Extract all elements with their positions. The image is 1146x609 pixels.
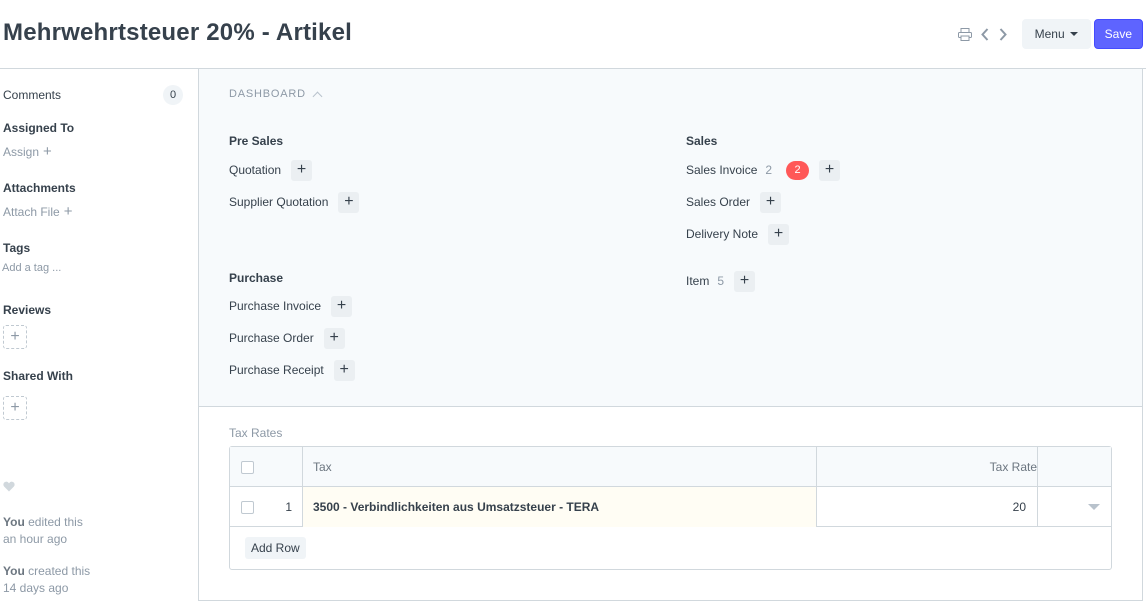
- dashboard: DASHBOARD Pre Sales Quotation + Supplier…: [199, 69, 1142, 407]
- comments-label: Comments: [3, 88, 62, 102]
- dashboard-link-sales-order: Sales Order +: [686, 191, 782, 213]
- activity-time: 14 days ago: [3, 581, 69, 595]
- link-count: 2: [765, 163, 773, 177]
- link-count: 5: [717, 274, 725, 288]
- link-label[interactable]: Purchase Receipt: [229, 363, 324, 377]
- link-label[interactable]: Delivery Note: [686, 227, 758, 241]
- caret-down-icon: [1088, 504, 1100, 510]
- activity-item: You created this 14 days ago: [3, 563, 90, 597]
- link-label[interactable]: Purchase Invoice: [229, 299, 321, 313]
- page-header: Mehrwehrtsteuer 20% - Artikel Menu Save: [0, 0, 1146, 69]
- activity-time: an hour ago: [3, 532, 68, 546]
- attachments-heading: Attachments: [3, 181, 76, 195]
- dashboard-link-purchase-order: Purchase Order +: [229, 327, 345, 349]
- add-supplier-quotation-button[interactable]: +: [338, 191, 360, 213]
- chevron-up-icon: [312, 91, 323, 101]
- dashboard-link-supplier-quotation: Supplier Quotation +: [229, 191, 360, 213]
- plus-icon: +: [10, 328, 20, 345]
- chevron-left-icon[interactable]: [976, 19, 994, 49]
- link-label[interactable]: Item: [686, 274, 709, 288]
- add-row-button[interactable]: Add Row: [245, 537, 306, 559]
- printer-icon[interactable]: [954, 19, 976, 49]
- tax-rates-table: Tax Tax Rate 1 3500 - Verbindlichkeiten …: [229, 446, 1112, 570]
- row-edit-dropdown[interactable]: [1088, 487, 1104, 527]
- add-sales-order-button[interactable]: +: [760, 191, 782, 213]
- add-purchase-order-button[interactable]: +: [323, 327, 345, 349]
- assigned-to-heading: Assigned To: [3, 121, 75, 135]
- row-select-cell: [241, 487, 261, 527]
- menu-button-label: Menu: [1034, 27, 1065, 41]
- dashboard-link-purchase-invoice: Purchase Invoice +: [229, 295, 353, 317]
- link-label[interactable]: Sales Invoice: [686, 163, 757, 177]
- add-review-button[interactable]: +: [3, 325, 27, 349]
- dashboard-link-delivery-note: Delivery Note +: [686, 223, 790, 245]
- plus-icon: +: [10, 399, 20, 416]
- menu-button[interactable]: Menu: [1021, 19, 1091, 49]
- group-pre-sales-heading: Pre Sales: [229, 134, 284, 148]
- table-header: Tax Tax Rate: [230, 447, 1111, 487]
- dashboard-link-item: Item 5 +: [686, 270, 756, 292]
- dashboard-link-sales-invoice: Sales Invoice 2 2 +: [686, 159, 841, 181]
- tags-heading: Tags: [3, 241, 31, 255]
- add-sales-invoice-button[interactable]: +: [819, 159, 841, 181]
- assign-label: Assign: [3, 145, 40, 159]
- activity-user: You: [3, 564, 25, 578]
- reviews-heading: Reviews: [3, 303, 52, 317]
- column-header-tax: Tax: [313, 460, 332, 474]
- activity-user: You: [3, 515, 25, 529]
- select-all-cell: [241, 447, 261, 487]
- add-tag-input[interactable]: Add a tag ...: [2, 262, 61, 274]
- dashboard-link-purchase-receipt: Purchase Receipt +: [229, 359, 355, 381]
- activity-action: created this: [28, 564, 91, 578]
- save-button[interactable]: Save: [1093, 19, 1143, 49]
- add-item-button[interactable]: +: [734, 270, 756, 292]
- link-label[interactable]: Quotation: [229, 163, 281, 177]
- form-main: DASHBOARD Pre Sales Quotation + Supplier…: [198, 69, 1143, 601]
- link-label[interactable]: Purchase Order: [229, 331, 314, 345]
- activity-action: edited this: [28, 515, 83, 529]
- chevron-right-icon[interactable]: [994, 19, 1012, 49]
- column-header-tax-rate: Tax Rate: [989, 460, 1037, 474]
- tax-rates-label: Tax Rates: [229, 426, 283, 440]
- attach-file-label: Attach File: [3, 205, 60, 219]
- open-count-badge[interactable]: 2: [786, 160, 810, 180]
- heart-icon[interactable]: [3, 479, 15, 495]
- assign-link[interactable]: Assign +: [3, 143, 52, 160]
- caret-down-icon: [1069, 32, 1078, 36]
- add-delivery-note-button[interactable]: +: [768, 223, 790, 245]
- select-all-checkbox[interactable]: [241, 460, 254, 474]
- group-sales-heading: Sales: [686, 134, 718, 148]
- add-share-button[interactable]: +: [3, 396, 27, 420]
- row-checkbox[interactable]: [241, 500, 254, 514]
- add-purchase-invoice-button[interactable]: +: [331, 295, 353, 317]
- dashboard-toggle[interactable]: DASHBOARD: [229, 88, 323, 101]
- attach-file-link[interactable]: Attach File +: [3, 203, 73, 220]
- tax-cell[interactable]: 3500 - Verbindlichkeiten aus Umsatzsteue…: [303, 487, 816, 527]
- group-purchase-heading: Purchase: [229, 271, 284, 285]
- add-purchase-receipt-button[interactable]: +: [333, 359, 355, 381]
- dashboard-link-quotation: Quotation +: [229, 159, 313, 181]
- form-sidebar: Comments 0 Assigned To Assign + Attachme…: [0, 69, 198, 609]
- comments-row[interactable]: Comments 0: [3, 85, 183, 105]
- plus-icon: +: [63, 203, 73, 220]
- link-label[interactable]: Supplier Quotation: [229, 195, 328, 209]
- add-quotation-button[interactable]: +: [291, 159, 313, 181]
- table-row[interactable]: 1 3500 - Verbindlichkeiten aus Umsatzste…: [230, 487, 1111, 527]
- tax-rate-cell[interactable]: 20: [817, 487, 1026, 527]
- link-label[interactable]: Sales Order: [686, 195, 750, 209]
- dashboard-title: DASHBOARD: [229, 88, 306, 100]
- plus-icon: +: [43, 143, 52, 160]
- activity-item: You edited this an hour ago: [3, 514, 83, 548]
- row-index: 1: [285, 500, 292, 514]
- header-actions: Menu Save: [954, 19, 1143, 49]
- shared-with-heading: Shared With: [3, 369, 73, 383]
- comments-count-badge: 0: [163, 85, 183, 105]
- page-title: Mehrwehrtsteuer 20% - Artikel: [3, 19, 353, 46]
